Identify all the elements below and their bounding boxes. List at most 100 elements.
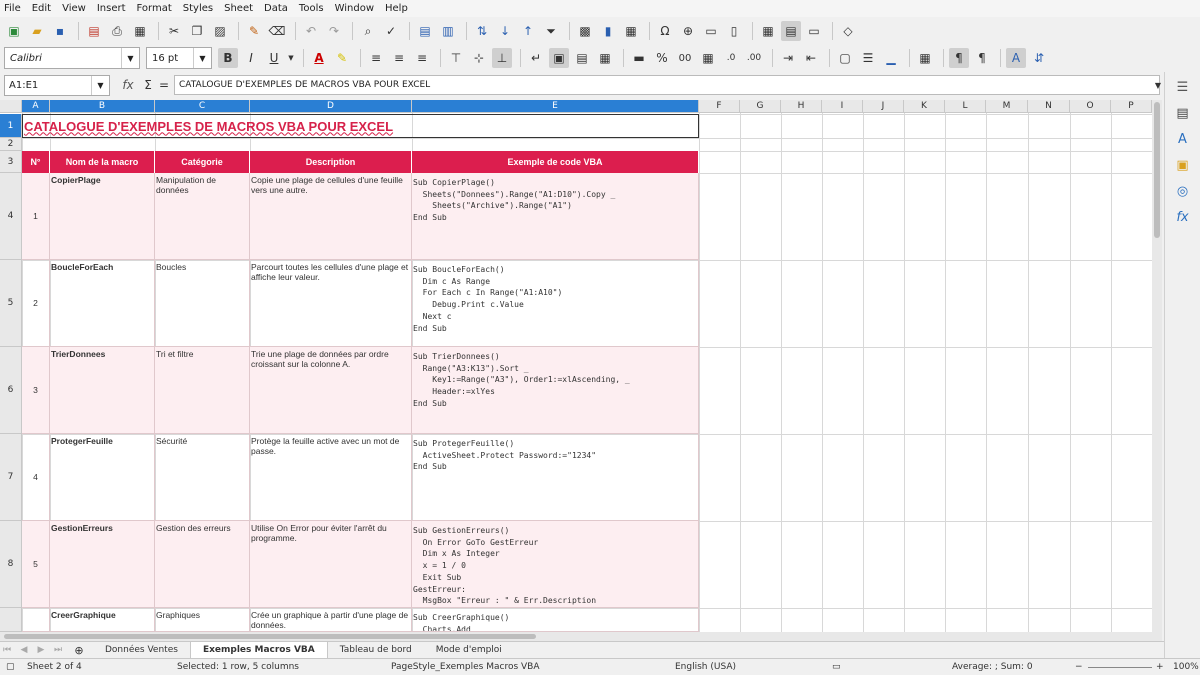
table-cell-category[interactable]: Manipulation de données — [155, 173, 250, 260]
align-left-icon[interactable]: ≡ — [366, 48, 386, 68]
column-header-h[interactable]: H — [781, 100, 822, 113]
text-left-to-right-icon[interactable]: A — [1006, 48, 1026, 68]
column-header-e[interactable]: E — [412, 100, 699, 113]
table-cell-code[interactable]: Sub CopierPlage() Sheets("Donnees").Rang… — [412, 173, 699, 260]
currency-format-icon[interactable]: ▬ — [629, 48, 649, 68]
menu-item-sheet[interactable]: Sheet — [224, 3, 253, 14]
borders-icon[interactable]: ▢ — [835, 48, 855, 68]
print-preview-icon[interactable]: ▦ — [130, 21, 150, 41]
vertical-scrollbar[interactable] — [1152, 100, 1162, 632]
align-bottom-icon[interactable]: ⊥ — [492, 48, 512, 68]
properties-icon[interactable]: ▤ — [1173, 104, 1193, 124]
sheet-tab[interactable]: Données Ventes — [93, 642, 190, 658]
table-cell-category[interactable]: Tri et filtre — [155, 347, 250, 434]
scroll-thumb[interactable] — [4, 634, 536, 639]
save-icon[interactable]: ▪ — [50, 21, 70, 41]
menu-item-styles[interactable]: Styles — [183, 3, 213, 14]
table-cell-description[interactable]: Parcourt toutes les cellules d'une plage… — [250, 260, 412, 347]
formula-icon[interactable]: = — [158, 75, 170, 95]
table-cell-code[interactable]: Sub GestionErreurs() On Error GoTo GestE… — [412, 521, 699, 608]
special-character-icon[interactable]: Ω — [655, 21, 675, 41]
styles-icon[interactable]: A — [1173, 130, 1193, 150]
formula-input[interactable]: CATALOGUE D'EXEMPLES DE MACROS VBA POUR … — [174, 75, 1160, 95]
decrease-indent-icon[interactable]: ⇤ — [801, 48, 821, 68]
menu-item-data[interactable]: Data — [264, 3, 288, 14]
column-header-b[interactable]: B — [50, 100, 155, 113]
align-center-icon[interactable]: ≡ — [389, 48, 409, 68]
column-header-m[interactable]: M — [986, 100, 1028, 113]
column-header-f[interactable]: F — [699, 100, 740, 113]
open-icon[interactable]: ▰ — [27, 21, 47, 41]
percent-format-button[interactable]: % — [652, 48, 672, 68]
menu-item-tools[interactable]: Tools — [299, 3, 324, 14]
zoom-slider[interactable] — [1088, 667, 1152, 668]
wrap-text-icon[interactable]: ↵ — [526, 48, 546, 68]
table-cell-name[interactable]: GestionErreurs — [50, 521, 155, 608]
column-header-n[interactable]: N — [1028, 100, 1070, 113]
define-print-area-icon[interactable]: ▦ — [758, 21, 778, 41]
paste-icon[interactable]: ▨ — [210, 21, 230, 41]
chevron-down-icon[interactable]: ▼ — [91, 75, 109, 95]
text-direction-ltr-icon[interactable]: ¶ — [949, 48, 969, 68]
add-decimal-icon[interactable]: .0 — [721, 48, 741, 68]
menu-item-file[interactable]: File — [4, 3, 21, 14]
table-cell-number[interactable]: 4 — [22, 434, 50, 521]
table-cell-code[interactable]: Sub CreerGraphique() Charts.Add — [412, 608, 699, 632]
functions-icon[interactable]: fx — [1173, 208, 1193, 228]
export-pdf-icon[interactable]: ▤ — [84, 21, 104, 41]
navigator-icon[interactable]: ◎ — [1173, 182, 1193, 202]
table-cell-number[interactable]: 5 — [22, 521, 50, 608]
table-header-cell[interactable]: Exemple de code VBA — [412, 151, 699, 173]
text-direction-rtl-icon[interactable]: ¶ — [972, 48, 992, 68]
table-cell-number[interactable] — [22, 608, 50, 632]
sort-descending-icon[interactable]: ↑ — [518, 21, 538, 41]
font-name-box[interactable]: Calibri ▼ — [4, 47, 140, 69]
sheet-tab[interactable]: Exemples Macros VBA — [189, 642, 328, 658]
sort-icon[interactable]: ⇅ — [472, 21, 492, 41]
prev-sheet-icon[interactable]: ◀ — [17, 640, 31, 660]
copy-icon[interactable]: ❐ — [187, 21, 207, 41]
delete-decimal-icon[interactable]: .00 — [744, 48, 764, 68]
column-header-k[interactable]: K — [904, 100, 945, 113]
chevron-down-icon[interactable]: ▼ — [121, 48, 139, 68]
image-icon[interactable]: ▩ — [575, 21, 595, 41]
table-cell-description[interactable]: Utilise On Error pour éviter l'arrêt du … — [250, 521, 412, 608]
table-cell-description[interactable]: Copie une plage de cellules d'une feuill… — [250, 173, 412, 260]
column-header-g[interactable]: G — [740, 100, 781, 113]
autofilter-icon[interactable]: ⏷ — [541, 21, 561, 41]
sheet-tab[interactable]: Mode d'emploi — [424, 642, 514, 658]
next-sheet-icon[interactable]: ▶ — [34, 640, 48, 660]
function-wizard-icon[interactable]: fx — [118, 75, 138, 95]
table-cell-name[interactable]: CreerGraphique — [50, 608, 155, 632]
increase-indent-icon[interactable]: ⇥ — [778, 48, 798, 68]
table-header-cell[interactable]: Description — [250, 151, 412, 173]
freeze-rows-columns-icon[interactable]: ▤ — [781, 21, 801, 41]
number-format-button[interactable]: 00 — [675, 48, 695, 68]
spreadsheet-grid[interactable]: A B C D E F G H I J K L M N O P 1 2 3 4 5 6 7 8 CATALOGUE D'EXEM… — [0, 100, 1152, 632]
table-cell-number[interactable]: 2 — [22, 260, 50, 347]
border-color-icon[interactable]: ▁ — [881, 48, 901, 68]
table-cell-number[interactable]: 1 — [22, 173, 50, 260]
add-sheet-icon[interactable]: ⊕ — [68, 640, 90, 660]
first-sheet-icon[interactable]: ⏮ — [0, 640, 14, 660]
table-cell-code[interactable]: Sub BoucleForEach() Dim c As Range For E… — [412, 260, 699, 347]
zoom-in-icon[interactable]: + — [1156, 662, 1164, 672]
merge-center-icon[interactable]: ▣ — [549, 48, 569, 68]
last-sheet-icon[interactable]: ⏭ — [51, 640, 65, 660]
spelling-icon[interactable]: ✓ — [381, 21, 401, 41]
column-icon[interactable]: ▥ — [438, 21, 458, 41]
underline-button[interactable]: U — [264, 48, 284, 68]
zoom-out-icon[interactable]: − — [1075, 662, 1083, 672]
table-header-cell[interactable]: Catégorie — [155, 151, 250, 173]
italic-button[interactable]: I — [241, 48, 261, 68]
row-header[interactable]: 3 — [0, 151, 22, 173]
align-top-icon[interactable]: ⊤ — [446, 48, 466, 68]
show-draw-functions-icon[interactable]: ◇ — [838, 21, 858, 41]
align-middle-icon[interactable]: ⊹ — [469, 48, 489, 68]
zoom-level[interactable]: 100% — [1173, 662, 1199, 672]
column-header-c[interactable]: C — [155, 100, 250, 113]
sum-icon[interactable]: Σ — [141, 75, 155, 95]
menu-icon[interactable]: ☰ — [1173, 78, 1193, 98]
column-header-o[interactable]: O — [1070, 100, 1111, 113]
row-header[interactable]: 5 — [0, 260, 22, 347]
